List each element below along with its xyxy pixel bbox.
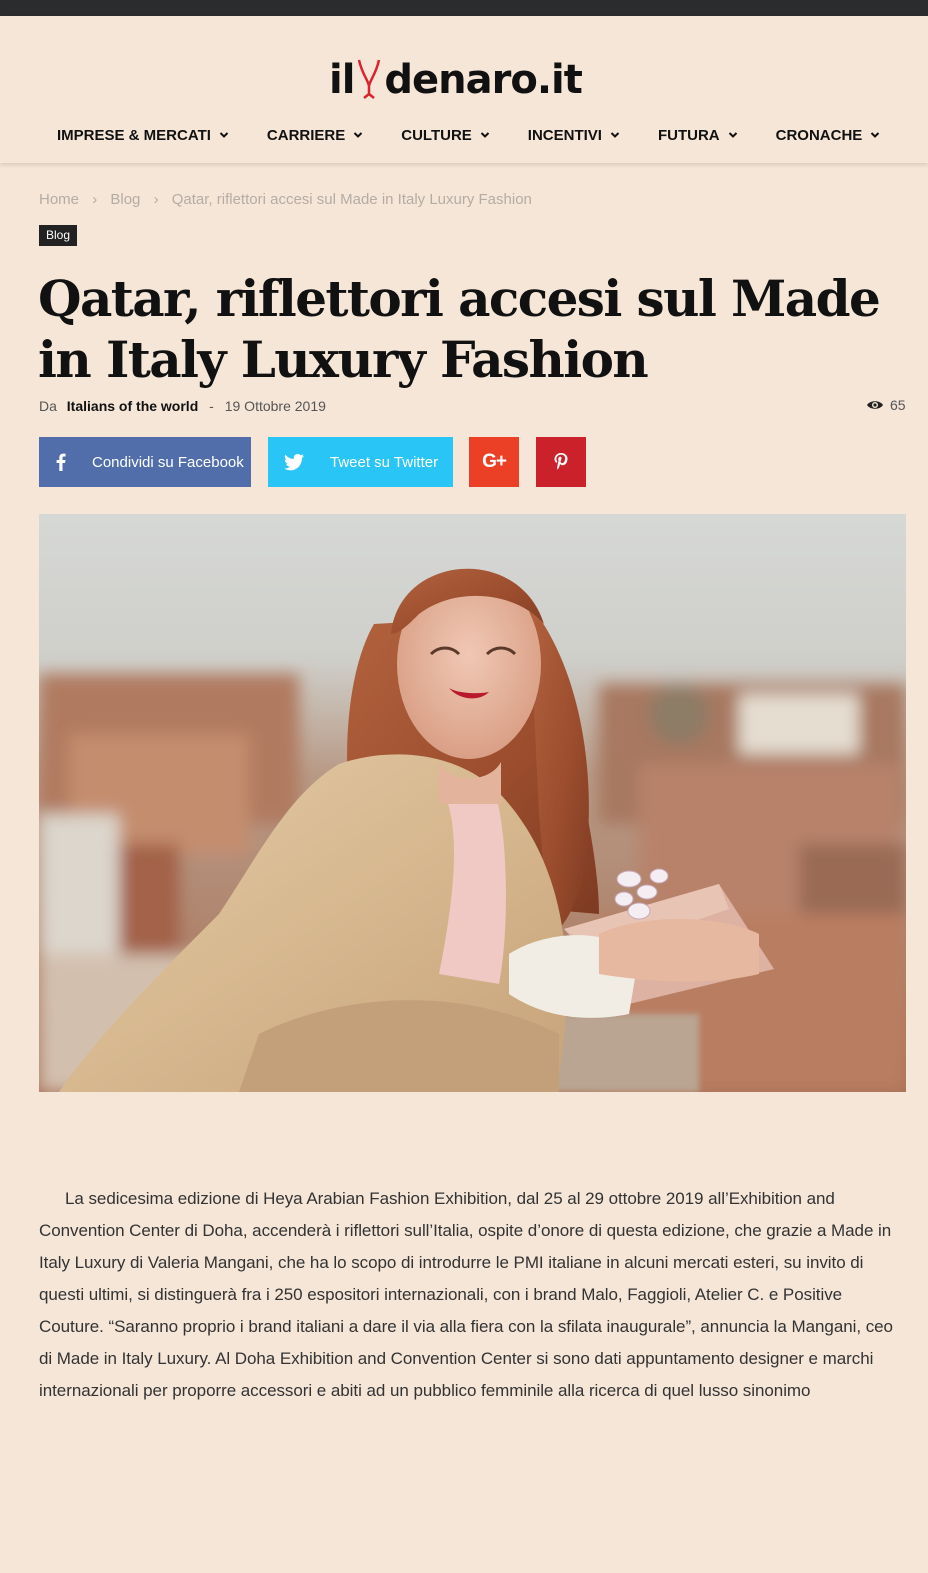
view-count: 65 <box>866 397 906 413</box>
share-twitter-button[interactable]: Tweet su Twitter <box>268 437 453 487</box>
nav-item-imprese-mercati[interactable]: IMPRESE & MERCATI <box>57 124 229 146</box>
pinterest-icon <box>554 453 568 470</box>
chevron-down-icon <box>480 132 490 138</box>
nav-item-label: FUTURA <box>657 126 720 144</box>
logo-text-left: il <box>329 57 355 103</box>
nav-item-futura[interactable]: FUTURA <box>658 124 738 146</box>
byline-prefix: Da <box>39 398 57 414</box>
nav-item-label: CULTURE <box>401 126 472 144</box>
nav-item-incentivi[interactable]: INCENTIVI <box>528 124 620 146</box>
share-googleplus-button[interactable]: G+ <box>469 437 519 487</box>
article-featured-image <box>39 514 906 1092</box>
main-nav: IMPRESE & MERCATI CARRIERE CULTURE INCEN… <box>57 124 880 146</box>
nav-item-carriere[interactable]: CARRIERE <box>267 124 363 146</box>
share-facebook-button[interactable]: Condividi su Facebook <box>39 437 251 487</box>
share-twitter-label: Tweet su Twitter <box>330 453 439 471</box>
logo-mark-icon <box>358 59 381 99</box>
nav-item-label: CRONACHE <box>775 126 863 144</box>
chevron-down-icon <box>728 132 737 138</box>
nav-item-label: IMPRESE & MERCATI <box>57 126 211 144</box>
view-count-value: 65 <box>890 397 906 413</box>
breadcrumb: Home › Blog › Qatar, riflettori accesi s… <box>39 191 532 208</box>
nav-item-label: CARRIERE <box>266 126 346 144</box>
site-logo[interactable]: il denaro.it <box>329 48 583 103</box>
breadcrumb-separator: › <box>92 191 98 208</box>
site-header: il denaro.it IMPRESE & MERCATI CARRIERE … <box>0 16 928 163</box>
google-plus-icon: G+ <box>482 451 507 472</box>
article-meta: Da Italians of the world - 19 Ottobre 20… <box>39 398 326 414</box>
breadcrumb-separator: › <box>153 191 159 208</box>
nav-item-culture[interactable]: CULTURE <box>401 124 490 146</box>
article-title: Qatar, riflettori accesi sul Made in Ita… <box>38 269 881 389</box>
nav-item-cronache[interactable]: CRONACHE <box>776 124 881 146</box>
chevron-down-icon <box>354 132 363 138</box>
eye-icon <box>867 401 883 409</box>
publish-date: 19 Ottobre 2019 <box>224 398 326 414</box>
breadcrumb-home-link[interactable]: Home <box>39 191 79 208</box>
chevron-down-icon <box>219 132 229 138</box>
author-link[interactable]: Italians of the world <box>67 398 198 414</box>
article-body-paragraph: La sedicesima edizione di Heya Arabian F… <box>39 1189 893 1400</box>
browser-top-bar <box>0 0 928 16</box>
category-tag[interactable]: Blog <box>39 225 78 246</box>
logo-text-right: denaro.it <box>384 57 582 103</box>
breadcrumb-current: Qatar, riflettori accesi sul Made in Ita… <box>171 191 532 208</box>
nav-item-label: INCENTIVI <box>527 126 602 144</box>
featured-photo <box>39 514 906 1092</box>
breadcrumb-blog-link[interactable]: Blog <box>110 191 140 208</box>
share-pinterest-button[interactable] <box>536 437 586 487</box>
chevron-down-icon <box>610 132 620 138</box>
facebook-icon <box>39 453 83 471</box>
meta-separator: - <box>209 398 214 414</box>
share-facebook-label: Condividi su Facebook <box>92 453 244 471</box>
chevron-down-icon <box>871 132 880 138</box>
twitter-icon <box>268 453 320 471</box>
